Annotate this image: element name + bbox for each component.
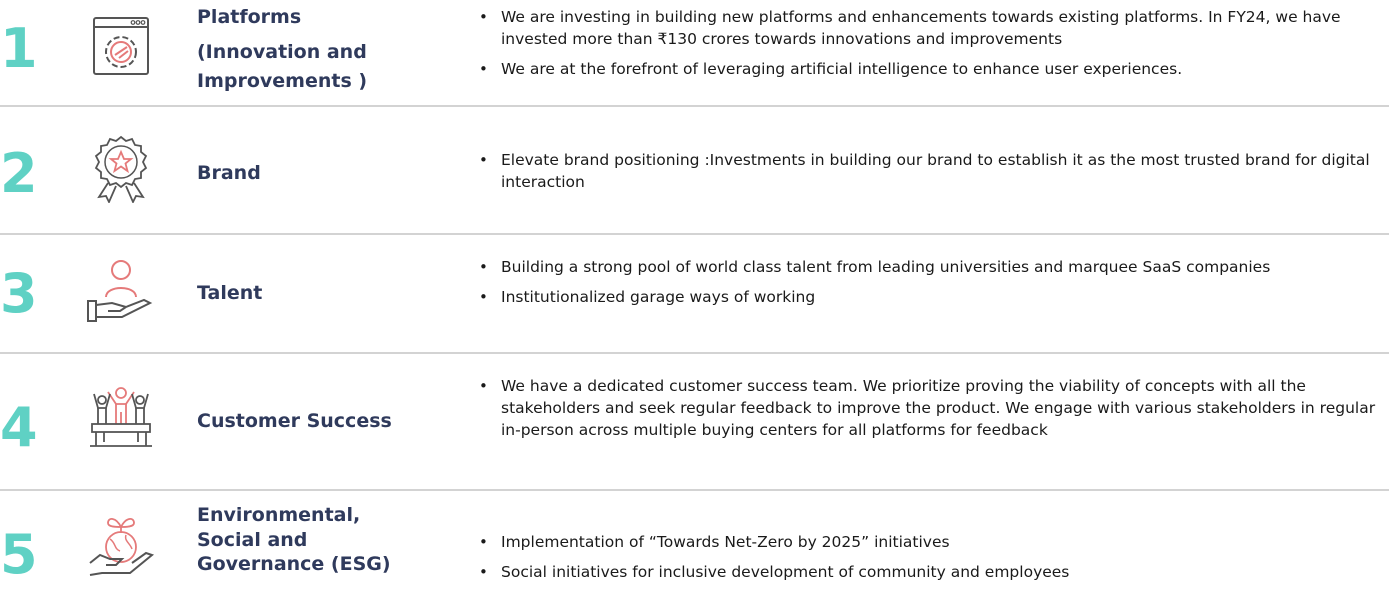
bullet-item: Implementation of “Towards Net-Zero by 2… bbox=[476, 531, 1376, 553]
bullet-list: We are investing in building new platfor… bbox=[476, 6, 1376, 88]
row-esg: 5 Environmental, Social and Governance (… bbox=[0, 491, 1389, 599]
row-title: Environmental, Social and Governance (ES… bbox=[197, 504, 391, 576]
bullet-list: Elevate brand positioning :Investments i… bbox=[476, 149, 1376, 201]
row-number: 2 bbox=[0, 142, 38, 205]
hand-person-icon bbox=[86, 257, 156, 327]
row-title: Talent bbox=[197, 282, 263, 304]
bullet-list: Implementation of “Towards Net-Zero by 2… bbox=[476, 531, 1376, 591]
bullet-item: Elevate brand positioning :Investments i… bbox=[476, 149, 1376, 193]
bullet-item: Social initiatives for inclusive develop… bbox=[476, 561, 1376, 583]
row-number: 3 bbox=[0, 262, 38, 325]
row-number: 5 bbox=[0, 523, 38, 586]
award-badge-icon bbox=[86, 133, 156, 203]
bullet-item: Building a strong pool of world class ta… bbox=[476, 256, 1376, 278]
bullet-item: We are investing in building new platfor… bbox=[476, 6, 1376, 50]
row-title: Brand bbox=[197, 162, 261, 184]
hand-globe-plant-icon bbox=[86, 513, 156, 583]
row-number: 1 bbox=[0, 17, 38, 80]
row-customer-success: 4 Customer Success We have a dedicated c… bbox=[0, 354, 1389, 491]
row-platforms: 1 Platforms (Innovation and Improvements… bbox=[0, 0, 1389, 107]
row-number: 4 bbox=[0, 396, 38, 459]
celebrating-team-icon bbox=[86, 384, 156, 454]
row-brand: 2 Brand Elevate brand positioning :Inves… bbox=[0, 107, 1389, 235]
row-title: Customer Success bbox=[197, 410, 392, 432]
gear-window-icon bbox=[86, 14, 156, 84]
bullet-item: Institutionalized garage ways of working bbox=[476, 286, 1376, 308]
bullet-list: Building a strong pool of world class ta… bbox=[476, 256, 1376, 316]
row-title: Platforms (Innovation and Improvements ) bbox=[197, 6, 368, 92]
strategy-table: 1 Platforms (Innovation and Improvements… bbox=[0, 0, 1389, 599]
bullet-list: We have a dedicated customer success tea… bbox=[476, 375, 1376, 449]
bullet-item: We have a dedicated customer success tea… bbox=[476, 375, 1376, 441]
bullet-item: We are at the forefront of leveraging ar… bbox=[476, 58, 1376, 80]
row-talent: 3 Talent Building a strong pool of world… bbox=[0, 235, 1389, 354]
